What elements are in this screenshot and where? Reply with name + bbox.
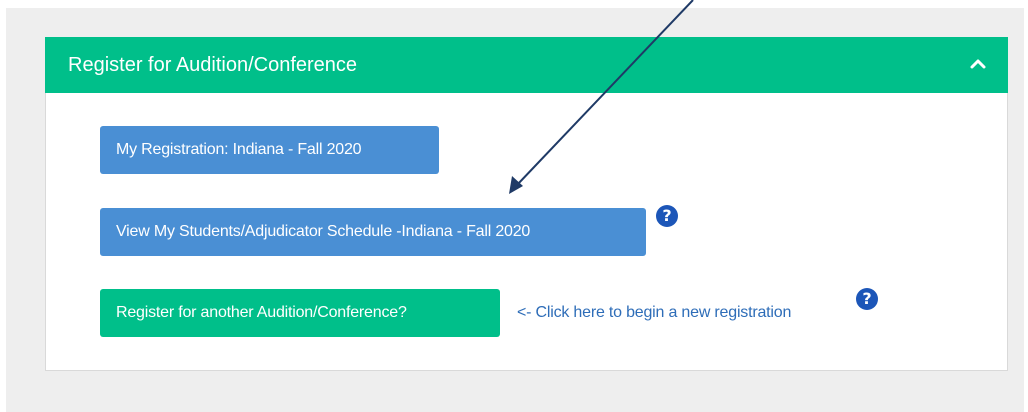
chevron-up-icon[interactable] — [968, 54, 988, 74]
my-registration-button[interactable]: My Registration: Indiana - Fall 2020 — [100, 126, 439, 174]
panel-header[interactable]: Register for Audition/Conference — [45, 37, 1008, 93]
register-another-button[interactable]: Register for another Audition/Conference… — [100, 289, 500, 337]
panel-title: Register for Audition/Conference — [68, 54, 358, 76]
question-circle-icon[interactable]: ? — [856, 288, 878, 310]
new-registration-link[interactable]: <- Click here to begin a new registratio… — [517, 303, 791, 323]
question-circle-icon[interactable]: ? — [656, 205, 678, 227]
view-schedule-button[interactable]: View My Students/Adjudicator Schedule -I… — [100, 208, 646, 256]
